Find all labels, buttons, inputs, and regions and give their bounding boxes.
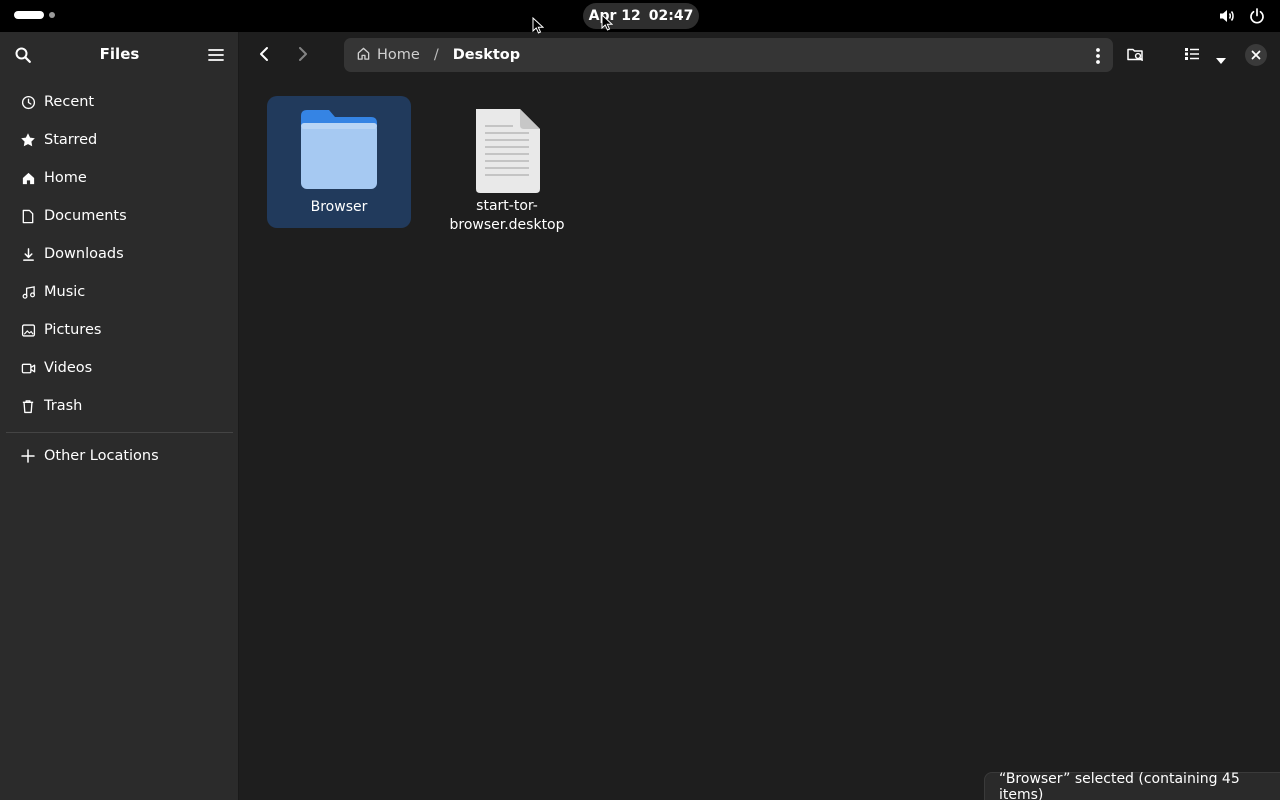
list-view-icon[interactable]	[1184, 46, 1200, 66]
header-bar: Home / Desktop	[240, 32, 1280, 78]
clock-time: 02:47	[648, 8, 694, 24]
mouse-cursor-icon	[532, 17, 544, 34]
sidebar-places: Recent Starred Home Documents Downloads …	[0, 83, 239, 425]
sidebar-item-pictures[interactable]: Pictures	[0, 311, 239, 349]
sidebar-divider	[6, 432, 233, 433]
sidebar-item-other-locations[interactable]: Other Locations	[0, 437, 239, 475]
download-icon	[20, 246, 36, 262]
files-window: Files Recent Starred Home Documents Down…	[0, 32, 1280, 800]
activities-indicator[interactable]	[14, 11, 55, 19]
sidebar-item-label: Recent	[44, 94, 95, 110]
close-button[interactable]	[1245, 44, 1267, 66]
sidebar-item-label: Downloads	[44, 246, 124, 262]
file-name: Browser	[310, 199, 368, 215]
chevron-down-icon[interactable]	[1215, 50, 1227, 69]
workspace-inactive-indicator	[49, 12, 55, 18]
folder-search-icon[interactable]	[1127, 46, 1145, 67]
kebab-menu-icon[interactable]	[1095, 47, 1101, 69]
sidebar-item-label: Starred	[44, 132, 98, 148]
sidebar: Files Recent Starred Home Documents Down…	[0, 32, 239, 800]
sidebar-item-label: Music	[44, 284, 86, 300]
sidebar-item-trash[interactable]: Trash	[0, 387, 239, 425]
selection-status: “Browser” selected (containing 45 items)	[984, 770, 1280, 800]
text-file-icon	[473, 108, 541, 198]
home-icon	[20, 170, 36, 186]
image-icon	[20, 322, 36, 338]
music-icon	[20, 284, 36, 300]
sidebar-item-starred[interactable]: Starred	[0, 121, 239, 159]
workspace-active-indicator	[14, 11, 44, 19]
breadcrumb-current[interactable]: Desktop	[453, 47, 520, 63]
home-icon	[356, 46, 371, 65]
sidebar-item-music[interactable]: Music	[0, 273, 239, 311]
breadcrumb-home-label: Home	[377, 47, 420, 63]
status-text: “Browser” selected (containing 45 items)	[999, 770, 1240, 800]
sidebar-item-videos[interactable]: Videos	[0, 349, 239, 387]
file-name-line1: start-tor-	[476, 198, 538, 214]
star-icon	[20, 132, 36, 148]
sidebar-item-label: Trash	[44, 398, 83, 414]
system-tray[interactable]	[1218, 7, 1266, 25]
mouse-cursor-icon	[601, 14, 613, 31]
sidebar-item-label: Videos	[44, 360, 93, 376]
forward-button[interactable]	[296, 45, 310, 67]
sidebar-item-label: Pictures	[44, 322, 102, 338]
sidebar-item-recent[interactable]: Recent	[0, 83, 239, 121]
sidebar-item-downloads[interactable]: Downloads	[0, 235, 239, 273]
close-icon	[1251, 50, 1261, 60]
folder-icon	[299, 108, 379, 196]
path-bar[interactable]: Home / Desktop	[344, 38, 1113, 72]
back-button[interactable]	[257, 45, 271, 67]
sidebar-header: Files	[0, 32, 239, 78]
hamburger-menu-icon[interactable]	[207, 47, 225, 67]
sidebar-item-home[interactable]: Home	[0, 159, 239, 197]
sidebar-other-section: Other Locations	[0, 437, 239, 475]
app-title: Files	[99, 45, 140, 63]
sidebar-item-label: Documents	[44, 208, 127, 224]
sidebar-item-label: Other Locations	[44, 448, 159, 464]
power-icon[interactable]	[1248, 7, 1266, 25]
clock-icon	[20, 94, 36, 110]
file-item-start-tor-browser[interactable]: start-tor- browser.desktop	[435, 96, 579, 246]
file-item-browser[interactable]: Browser	[267, 96, 411, 228]
trash-icon	[20, 398, 36, 414]
sidebar-item-label: Home	[44, 170, 87, 186]
plus-icon	[20, 448, 36, 464]
file-name-line2: browser.desktop	[449, 217, 565, 233]
document-icon	[20, 208, 36, 224]
clock-date: Apr 12	[588, 8, 641, 24]
video-icon	[20, 360, 36, 376]
sidebar-item-documents[interactable]: Documents	[0, 197, 239, 235]
breadcrumb-separator: /	[433, 47, 439, 63]
breadcrumb-home[interactable]: Home	[356, 46, 420, 65]
top-bar: Apr 12 02:47	[0, 0, 1280, 32]
file-grid[interactable]: Browser start-tor- browser.desktop	[240, 78, 1280, 800]
volume-icon[interactable]	[1218, 7, 1236, 25]
